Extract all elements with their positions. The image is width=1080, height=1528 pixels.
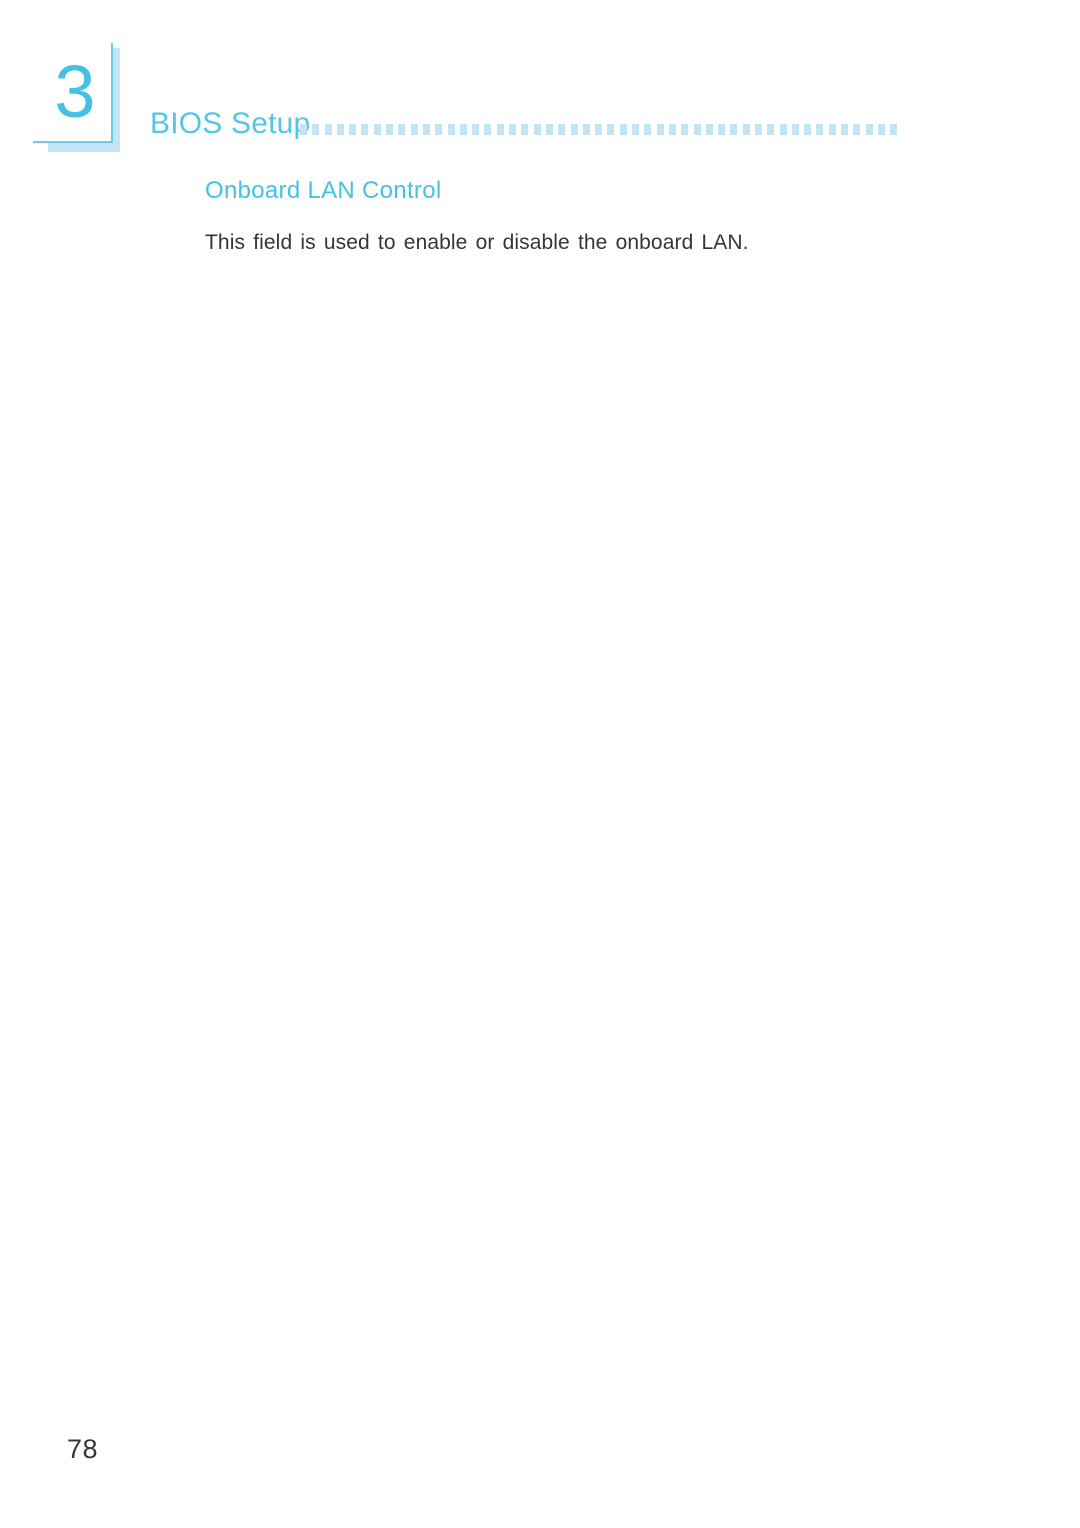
- rule-dash: [595, 124, 603, 135]
- rule-dash: [435, 124, 443, 135]
- rule-dash: [865, 124, 873, 135]
- rule-dash: [300, 124, 307, 135]
- rule-dash: [816, 124, 824, 135]
- rule-dash: [312, 124, 320, 135]
- rule-dash: [804, 124, 812, 135]
- rule-dash: [545, 124, 553, 135]
- rule-dash: [386, 124, 394, 135]
- rule-dash: [632, 124, 640, 135]
- rule-dash: [730, 124, 738, 135]
- rule-dash: [521, 124, 529, 135]
- chapter-badge-horizontal-rule: [33, 141, 113, 143]
- rule-dash: [877, 124, 885, 135]
- rule-dash: [619, 124, 627, 135]
- chapter-header: 3 BIOS Setup: [0, 0, 1080, 175]
- rule-dash: [459, 124, 467, 135]
- rule-dash: [718, 124, 726, 135]
- rule-dash: [644, 124, 652, 135]
- rule-dash: [496, 124, 504, 135]
- rule-dash: [767, 124, 775, 135]
- rule-dash: [558, 124, 566, 135]
- chapter-number: 3: [54, 50, 96, 133]
- rule-dash: [742, 124, 750, 135]
- rule-dash: [422, 124, 430, 135]
- page-number: 78: [67, 1434, 99, 1464]
- rule-dash: [324, 124, 332, 135]
- rule-dash: [582, 124, 590, 135]
- document-page: 3 BIOS Setup Onboard LAN Control This fi…: [0, 0, 1080, 1528]
- rule-dash: [890, 124, 898, 135]
- rule-dash: [754, 124, 762, 135]
- rule-dash: [373, 124, 381, 135]
- rule-dash: [607, 124, 615, 135]
- rule-dash: [705, 124, 713, 135]
- rule-dash: [349, 124, 357, 135]
- rule-dash: [336, 124, 344, 135]
- rule-dash: [791, 124, 799, 135]
- rule-dash: [693, 124, 701, 135]
- rule-dash: [472, 124, 480, 135]
- rule-dash: [484, 124, 492, 135]
- rule-dash: [509, 124, 517, 135]
- rule-dash: [841, 124, 849, 135]
- chapter-badge-vertical-rule: [111, 43, 113, 143]
- rule-dash: [853, 124, 861, 135]
- rule-dash: [828, 124, 836, 135]
- section-heading: Onboard LAN Control: [205, 177, 442, 204]
- rule-dash: [361, 124, 369, 135]
- rule-dash: [668, 124, 676, 135]
- chapter-dashed-rule: [300, 124, 902, 135]
- page-footer: 78: [0, 1418, 1080, 1528]
- rule-dash: [410, 124, 418, 135]
- body-paragraph: This field is used to enable or disable …: [205, 231, 749, 254]
- rule-dash: [779, 124, 787, 135]
- rule-dash: [681, 124, 689, 135]
- rule-dash: [398, 124, 406, 135]
- rule-dash: [570, 124, 578, 135]
- chapter-title: BIOS Setup: [150, 107, 311, 140]
- page-content: Onboard LAN Control This field is used t…: [205, 176, 925, 258]
- rule-dash: [447, 124, 455, 135]
- rule-dash: [656, 124, 664, 135]
- rule-dash: [533, 124, 541, 135]
